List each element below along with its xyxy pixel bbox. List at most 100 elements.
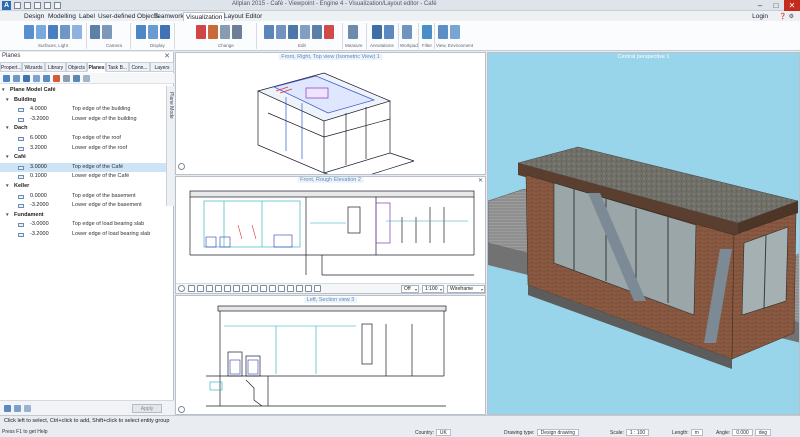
tab-label[interactable]: Label [77,12,97,21]
pan-icon[interactable] [224,285,231,292]
refresh-icon[interactable] [251,285,258,292]
tab-layers[interactable]: Layers [150,62,174,72]
erase-icon[interactable] [324,25,334,39]
collapse-icon[interactable]: ▾ [6,96,9,106]
display-icon[interactable] [136,25,146,39]
modify-plane-icon[interactable] [43,75,50,82]
workpad-icon[interactable] [402,25,412,39]
filter-icon[interactable] [422,25,432,39]
light-icon[interactable] [36,25,46,39]
viewport-isometric[interactable]: Front, Right, Top view (Isometric View) … [175,52,486,175]
minimize-button[interactable]: – [752,0,768,11]
view-top-icon[interactable] [269,285,276,292]
tree-row[interactable]: -3.2000 Lower edge of the basement [0,201,166,211]
view-icon[interactable] [160,25,170,39]
viewport-section[interactable]: Left, Section view 3 [175,295,486,415]
viewport-settings-icon[interactable] [178,406,185,413]
collapse-icon[interactable]: ▾ [6,153,9,163]
redo-icon[interactable] [54,2,61,9]
sun-icon[interactable] [72,25,82,39]
tab-planes[interactable]: Planes [87,62,106,72]
tab-teamwork[interactable]: Teamwork [152,12,186,21]
change-icon[interactable] [208,25,218,39]
texture-icon[interactable] [48,25,58,39]
view-iso-icon[interactable] [287,285,294,292]
app-logo-icon[interactable]: A [2,1,11,10]
viewport-perspective[interactable]: Central perspective 1 [487,52,800,415]
plane-model-icon[interactable] [13,75,20,82]
copy-plane-icon[interactable] [33,75,40,82]
tab-layout-editor[interactable]: Layout Editor [222,12,264,21]
scale-select[interactable]: 1:100 ▾ [422,285,444,293]
rotate-icon[interactable] [288,25,298,39]
navigation-icon[interactable] [260,285,267,292]
tree-row[interactable]: 3.2000 Lower edge of the roof [0,144,166,154]
tab-library[interactable]: Library [45,62,66,72]
length-value[interactable]: m [690,429,703,436]
delete-plane-icon[interactable] [53,75,60,82]
tree-group-dach[interactable]: ▾ Dach [0,124,166,134]
collapse-icon[interactable]: ▾ [2,86,5,96]
display-mode-select[interactable]: Wireframe ▾ [447,285,485,293]
collapse-icon[interactable]: ▾ [6,182,9,192]
view-environment-icon[interactable] [438,25,448,39]
measure-icon[interactable] [348,25,358,39]
render-icon[interactable] [148,25,158,39]
tree-group-fundament[interactable]: ▾ Fundament [0,211,166,221]
export-icon[interactable] [14,405,21,412]
import-icon[interactable] [4,405,11,412]
plane-mode-sidebar[interactable]: Plane Mode [166,86,174,206]
refresh-icon[interactable] [24,405,31,412]
collapse-icon[interactable]: ▾ [6,211,9,221]
help-icons[interactable]: ❓⚙ [779,13,796,20]
material-icon[interactable] [60,25,70,39]
tree-group-keller[interactable]: ▾ Keller [0,182,166,192]
tab-design[interactable]: Design [22,12,46,21]
tree-row[interactable]: 4.0000 Top edge of the building [0,105,166,115]
standard-planes-icon[interactable] [23,75,30,82]
zoom-out-icon[interactable] [215,285,222,292]
camera-icon[interactable] [90,25,100,39]
stretch-icon[interactable] [312,25,322,39]
clipping-icon[interactable] [305,285,312,292]
tree-root[interactable]: ▾ Plane Model Café [0,86,166,96]
tree-row-selected[interactable]: 3.0000 Top edge of the Café [0,162,166,173]
view-front-icon[interactable] [278,285,285,292]
zoom-in-icon[interactable] [206,285,213,292]
angle-value[interactable]: 0.000 [732,429,753,436]
view-persp-icon[interactable] [296,285,303,292]
new-plane-icon[interactable] [3,75,10,82]
tab-modelling[interactable]: Modelling [46,12,78,21]
zoom-all-icon[interactable] [197,285,204,292]
line-icon[interactable] [232,25,242,39]
tab-wizards[interactable]: Wizards [22,62,45,72]
surface-icon[interactable] [24,25,34,39]
viewport-elevation[interactable]: Front, Rough Elevation 2 ✕ Off ▾ 1:100 ▾… [175,176,486,294]
mirror-icon[interactable] [300,25,310,39]
info-icon[interactable] [83,75,90,82]
viewport-settings-icon[interactable] [178,163,185,170]
zoom-window-icon[interactable] [188,285,195,292]
tab-objects[interactable]: Objects [66,62,87,72]
tree-row[interactable]: 0.0000 Top edge of the basement [0,192,166,202]
close-button[interactable]: ✕ [784,0,800,11]
new-file-icon[interactable] [14,2,21,9]
tab-connect[interactable]: Conn... [129,62,150,72]
dimension-icon[interactable] [384,25,394,39]
link-icon[interactable] [73,75,80,82]
tree-group-cafe[interactable]: ▾ Café [0,153,166,163]
delete-icon[interactable] [196,25,206,39]
lock-view-icon[interactable] [314,285,321,292]
tree-row[interactable]: -3.0000 Top edge of load bearing slab [0,220,166,230]
tab-task-bar[interactable]: Task B... [106,62,129,72]
settings-icon[interactable] [63,75,70,82]
move-icon[interactable] [276,25,286,39]
layer-select[interactable]: Off ▾ [401,285,419,293]
login-link[interactable]: Login [752,12,768,21]
scale-value[interactable]: 1 : 100 [625,429,650,436]
modify-icon[interactable] [220,25,230,39]
drawing-type-value[interactable]: Design drawing [536,429,580,436]
tree-row[interactable]: -3.2000 Lower edge of load bearing slab [0,230,166,240]
tree-row[interactable]: 0.1000 Lower edge of the Café [0,172,166,182]
tab-visualization[interactable]: Visualization [183,12,226,21]
